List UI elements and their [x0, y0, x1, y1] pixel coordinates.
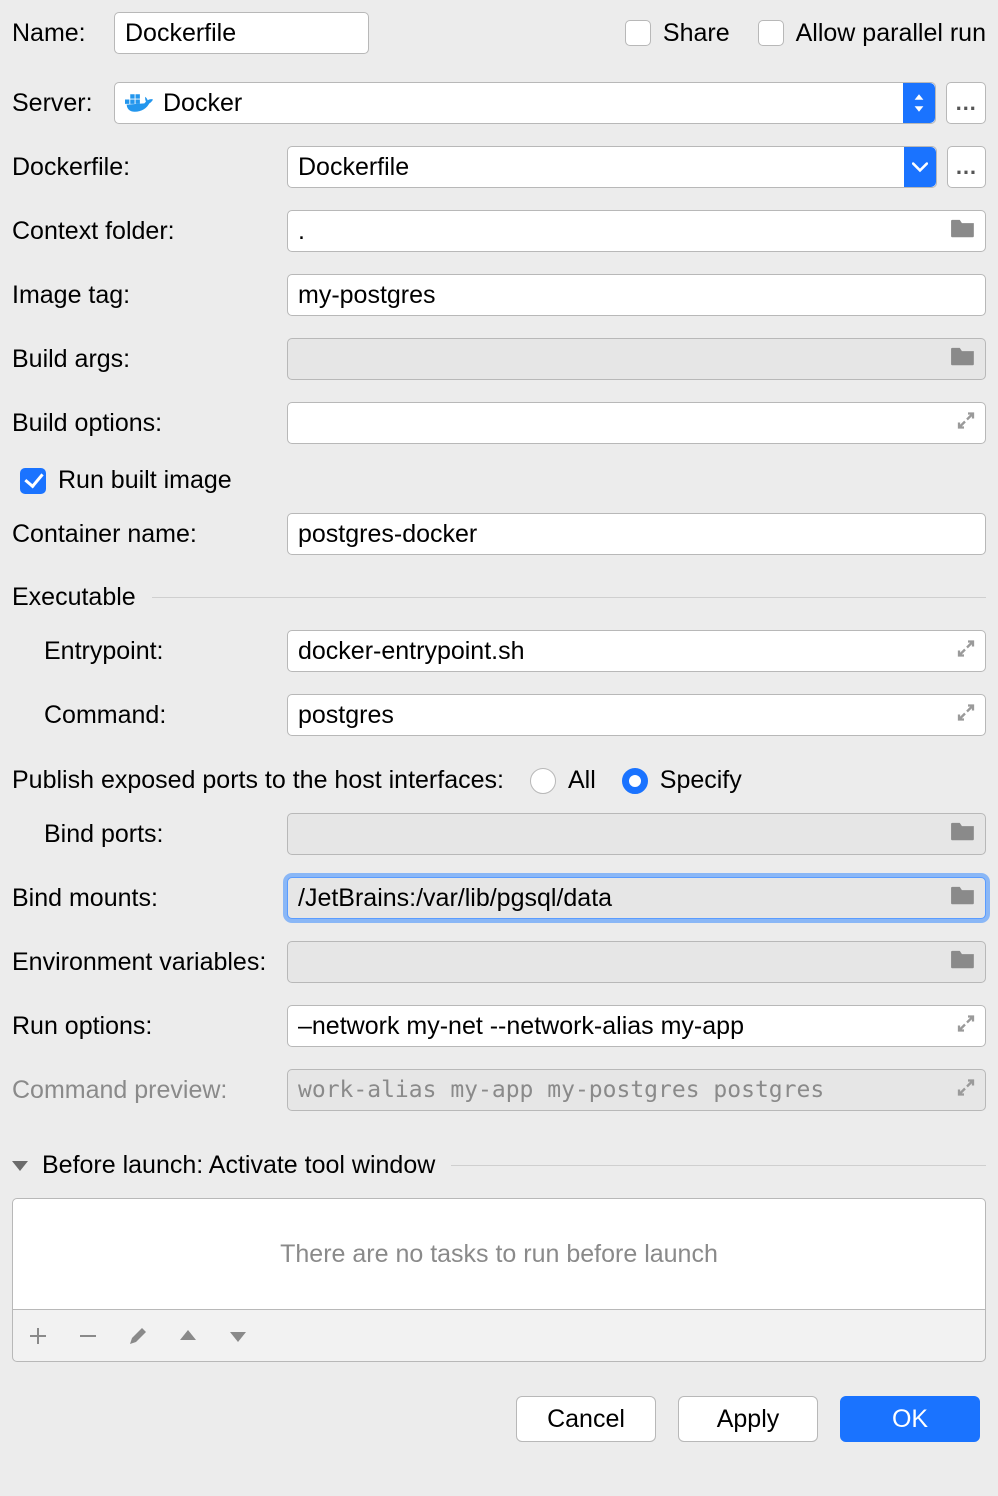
expand-icon[interactable]: [956, 637, 976, 666]
run-built-image-checkbox[interactable]: [20, 468, 46, 494]
context-folder-label: Context folder:: [12, 217, 287, 246]
container-name-input[interactable]: [287, 513, 986, 555]
name-label: Name:: [12, 19, 114, 48]
container-name-label: Container name:: [12, 520, 287, 549]
dockerfile-more-button[interactable]: …: [947, 146, 986, 188]
command-input[interactable]: [287, 694, 986, 736]
before-launch-title: Before launch: Activate tool window: [42, 1151, 435, 1180]
server-combo[interactable]: Docker: [114, 82, 936, 124]
folder-icon[interactable]: [950, 345, 976, 374]
ports-all-label: All: [568, 766, 596, 795]
before-launch-tasks: There are no tasks to run before launch: [12, 1198, 986, 1310]
bind-ports-label: Bind ports:: [12, 820, 287, 849]
divider: [152, 597, 986, 598]
expand-icon[interactable]: [956, 1076, 976, 1105]
docker-icon: [125, 92, 153, 114]
env-vars-field[interactable]: [287, 941, 986, 983]
run-options-input[interactable]: [287, 1005, 986, 1047]
folder-icon[interactable]: [950, 884, 976, 913]
dockerfile-label: Dockerfile:: [12, 153, 287, 182]
run-built-image-wrap[interactable]: Run built image: [20, 466, 232, 495]
context-folder-input[interactable]: [287, 210, 986, 252]
ok-button[interactable]: OK: [840, 1396, 980, 1442]
ports-all-wrap[interactable]: All: [530, 766, 596, 795]
ports-specify-radio[interactable]: [622, 768, 648, 794]
allow-parallel-wrap[interactable]: Allow parallel run: [758, 19, 986, 48]
folder-icon[interactable]: [950, 217, 976, 246]
share-label: Share: [663, 19, 730, 48]
run-built-image-label: Run built image: [58, 466, 232, 495]
folder-icon[interactable]: [950, 820, 976, 849]
name-input[interactable]: [114, 12, 369, 54]
bind-mounts-value: /JetBrains:/var/lib/pgsql/data: [298, 884, 612, 913]
before-launch-toolbar: [12, 1310, 986, 1362]
dockerfile-value: Dockerfile: [298, 153, 409, 182]
move-up-icon[interactable]: [177, 1325, 199, 1347]
entrypoint-label: Entrypoint:: [12, 637, 287, 666]
image-tag-label: Image tag:: [12, 281, 287, 310]
apply-button[interactable]: Apply: [678, 1396, 818, 1442]
disclosure-triangle-icon[interactable]: [12, 1161, 28, 1171]
folder-icon[interactable]: [950, 948, 976, 977]
bind-mounts-field[interactable]: /JetBrains:/var/lib/pgsql/data: [287, 877, 986, 919]
env-vars-label: Environment variables:: [12, 948, 287, 977]
command-preview-field: work-alias my-app my-postgres postgres: [287, 1069, 986, 1111]
build-args-label: Build args:: [12, 345, 287, 374]
share-checkbox[interactable]: [625, 20, 651, 46]
expand-icon[interactable]: [956, 409, 976, 438]
allow-parallel-label: Allow parallel run: [796, 19, 986, 48]
chevron-down-icon: [904, 147, 936, 187]
image-tag-input[interactable]: [287, 274, 986, 316]
command-label: Command:: [12, 701, 287, 730]
share-checkbox-wrap[interactable]: Share: [625, 19, 730, 48]
divider: [451, 1165, 986, 1166]
edit-icon[interactable]: [127, 1325, 149, 1347]
bind-mounts-label: Bind mounts:: [12, 884, 287, 913]
build-args-field[interactable]: [287, 338, 986, 380]
publish-ports-label: Publish exposed ports to the host interf…: [12, 766, 504, 795]
dockerfile-combo[interactable]: Dockerfile: [287, 146, 937, 188]
build-options-input[interactable]: [287, 402, 986, 444]
before-launch-empty-text: There are no tasks to run before launch: [280, 1240, 718, 1269]
remove-icon[interactable]: [77, 1325, 99, 1347]
server-value: Docker: [163, 89, 242, 118]
ports-specify-label: Specify: [660, 766, 742, 795]
command-preview-label: Command preview:: [12, 1076, 287, 1105]
run-options-label: Run options:: [12, 1012, 287, 1041]
add-icon[interactable]: [27, 1325, 49, 1347]
ports-specify-wrap[interactable]: Specify: [622, 766, 742, 795]
updown-icon: [903, 83, 935, 123]
server-label: Server:: [12, 89, 114, 118]
allow-parallel-checkbox[interactable]: [758, 20, 784, 46]
executable-title: Executable: [12, 583, 136, 612]
cancel-button[interactable]: Cancel: [516, 1396, 656, 1442]
bind-ports-field[interactable]: [287, 813, 986, 855]
command-preview-value: work-alias my-app my-postgres postgres: [298, 1077, 824, 1103]
ports-all-radio[interactable]: [530, 768, 556, 794]
entrypoint-input[interactable]: [287, 630, 986, 672]
expand-icon[interactable]: [956, 701, 976, 730]
expand-icon[interactable]: [956, 1012, 976, 1041]
build-options-label: Build options:: [12, 409, 287, 438]
server-more-button[interactable]: …: [946, 82, 986, 124]
move-down-icon[interactable]: [227, 1325, 249, 1347]
